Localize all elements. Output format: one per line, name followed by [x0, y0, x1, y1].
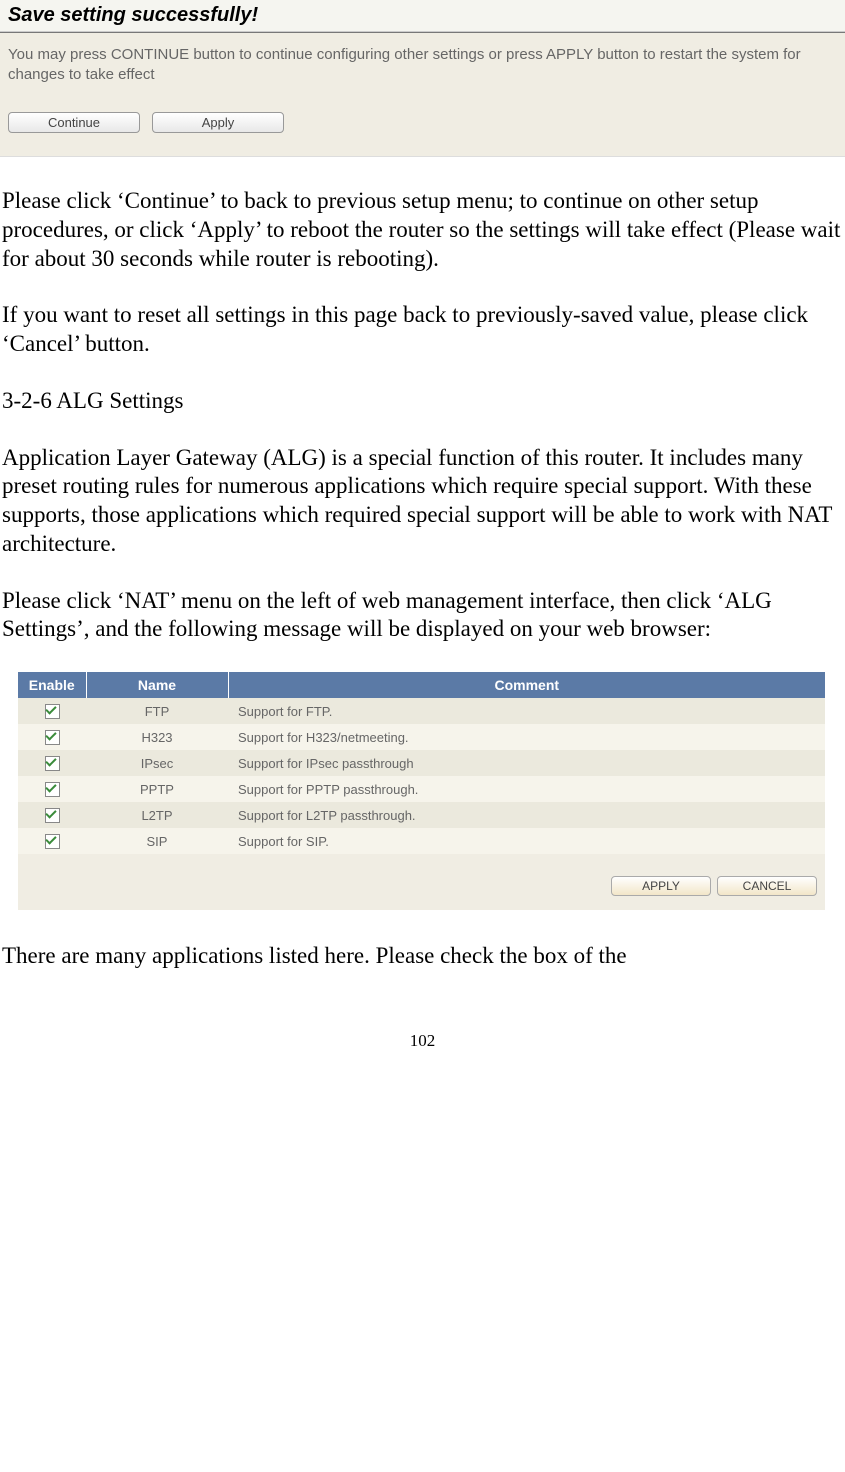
- name-cell: IPsec: [86, 750, 228, 776]
- enable-checkbox[interactable]: [45, 756, 60, 771]
- table-row: IPsecSupport for IPsec passthrough: [18, 750, 825, 776]
- comment-cell: Support for H323/netmeeting.: [228, 724, 825, 750]
- enable-cell: [18, 828, 86, 854]
- paragraph-cancel: If you want to reset all settings in thi…: [2, 301, 843, 359]
- table-row: L2TPSupport for L2TP passthrough.: [18, 802, 825, 828]
- document-body-continued: There are many applications listed here.…: [0, 910, 845, 971]
- name-cell: H323: [86, 724, 228, 750]
- dialog-button-row: Continue Apply: [0, 92, 845, 141]
- table-header-name: Name: [86, 672, 228, 698]
- table-header-enable: Enable: [18, 672, 86, 698]
- comment-cell: Support for L2TP passthrough.: [228, 802, 825, 828]
- name-cell: FTP: [86, 698, 228, 724]
- enable-cell: [18, 724, 86, 750]
- apply-button[interactable]: Apply: [152, 112, 284, 133]
- name-cell: SIP: [86, 828, 228, 854]
- name-cell: L2TP: [86, 802, 228, 828]
- dialog-title: Save setting successfully!: [0, 0, 845, 33]
- enable-checkbox[interactable]: [45, 730, 60, 745]
- alg-settings-panel: Enable Name Comment FTPSupport for FTP.H…: [18, 672, 825, 910]
- paragraph-alg-nav: Please click ‘NAT’ menu on the left of w…: [2, 587, 843, 645]
- paragraph-alg-intro: Application Layer Gateway (ALG) is a spe…: [2, 444, 843, 559]
- document-body: Please click ‘Continue’ to back to previ…: [0, 157, 845, 644]
- paragraph-continue-apply: Please click ‘Continue’ to back to previ…: [2, 187, 843, 273]
- table-header-comment: Comment: [228, 672, 825, 698]
- section-heading-alg: 3-2-6 ALG Settings: [2, 387, 843, 416]
- page-number: 102: [0, 1031, 845, 1061]
- comment-cell: Support for IPsec passthrough: [228, 750, 825, 776]
- comment-cell: Support for FTP.: [228, 698, 825, 724]
- enable-cell: [18, 802, 86, 828]
- alg-button-row: APPLY CANCEL: [18, 854, 825, 910]
- alg-table: Enable Name Comment FTPSupport for FTP.H…: [18, 672, 825, 854]
- enable-cell: [18, 750, 86, 776]
- table-row: PPTPSupport for PPTP passthrough.: [18, 776, 825, 802]
- enable-checkbox[interactable]: [45, 782, 60, 797]
- comment-cell: Support for PPTP passthrough.: [228, 776, 825, 802]
- enable-checkbox[interactable]: [45, 834, 60, 849]
- enable-checkbox[interactable]: [45, 808, 60, 823]
- enable-checkbox[interactable]: [45, 704, 60, 719]
- save-setting-dialog: Save setting successfully! You may press…: [0, 0, 845, 157]
- enable-cell: [18, 776, 86, 802]
- table-row: SIPSupport for SIP.: [18, 828, 825, 854]
- alg-cancel-button[interactable]: CANCEL: [717, 876, 817, 896]
- continue-button[interactable]: Continue: [8, 112, 140, 133]
- enable-cell: [18, 698, 86, 724]
- table-row: H323Support for H323/netmeeting.: [18, 724, 825, 750]
- table-row: FTPSupport for FTP.: [18, 698, 825, 724]
- alg-apply-button[interactable]: APPLY: [611, 876, 711, 896]
- comment-cell: Support for SIP.: [228, 828, 825, 854]
- dialog-message: You may press CONTINUE button to continu…: [0, 33, 845, 92]
- paragraph-check-box: There are many applications listed here.…: [2, 942, 843, 971]
- name-cell: PPTP: [86, 776, 228, 802]
